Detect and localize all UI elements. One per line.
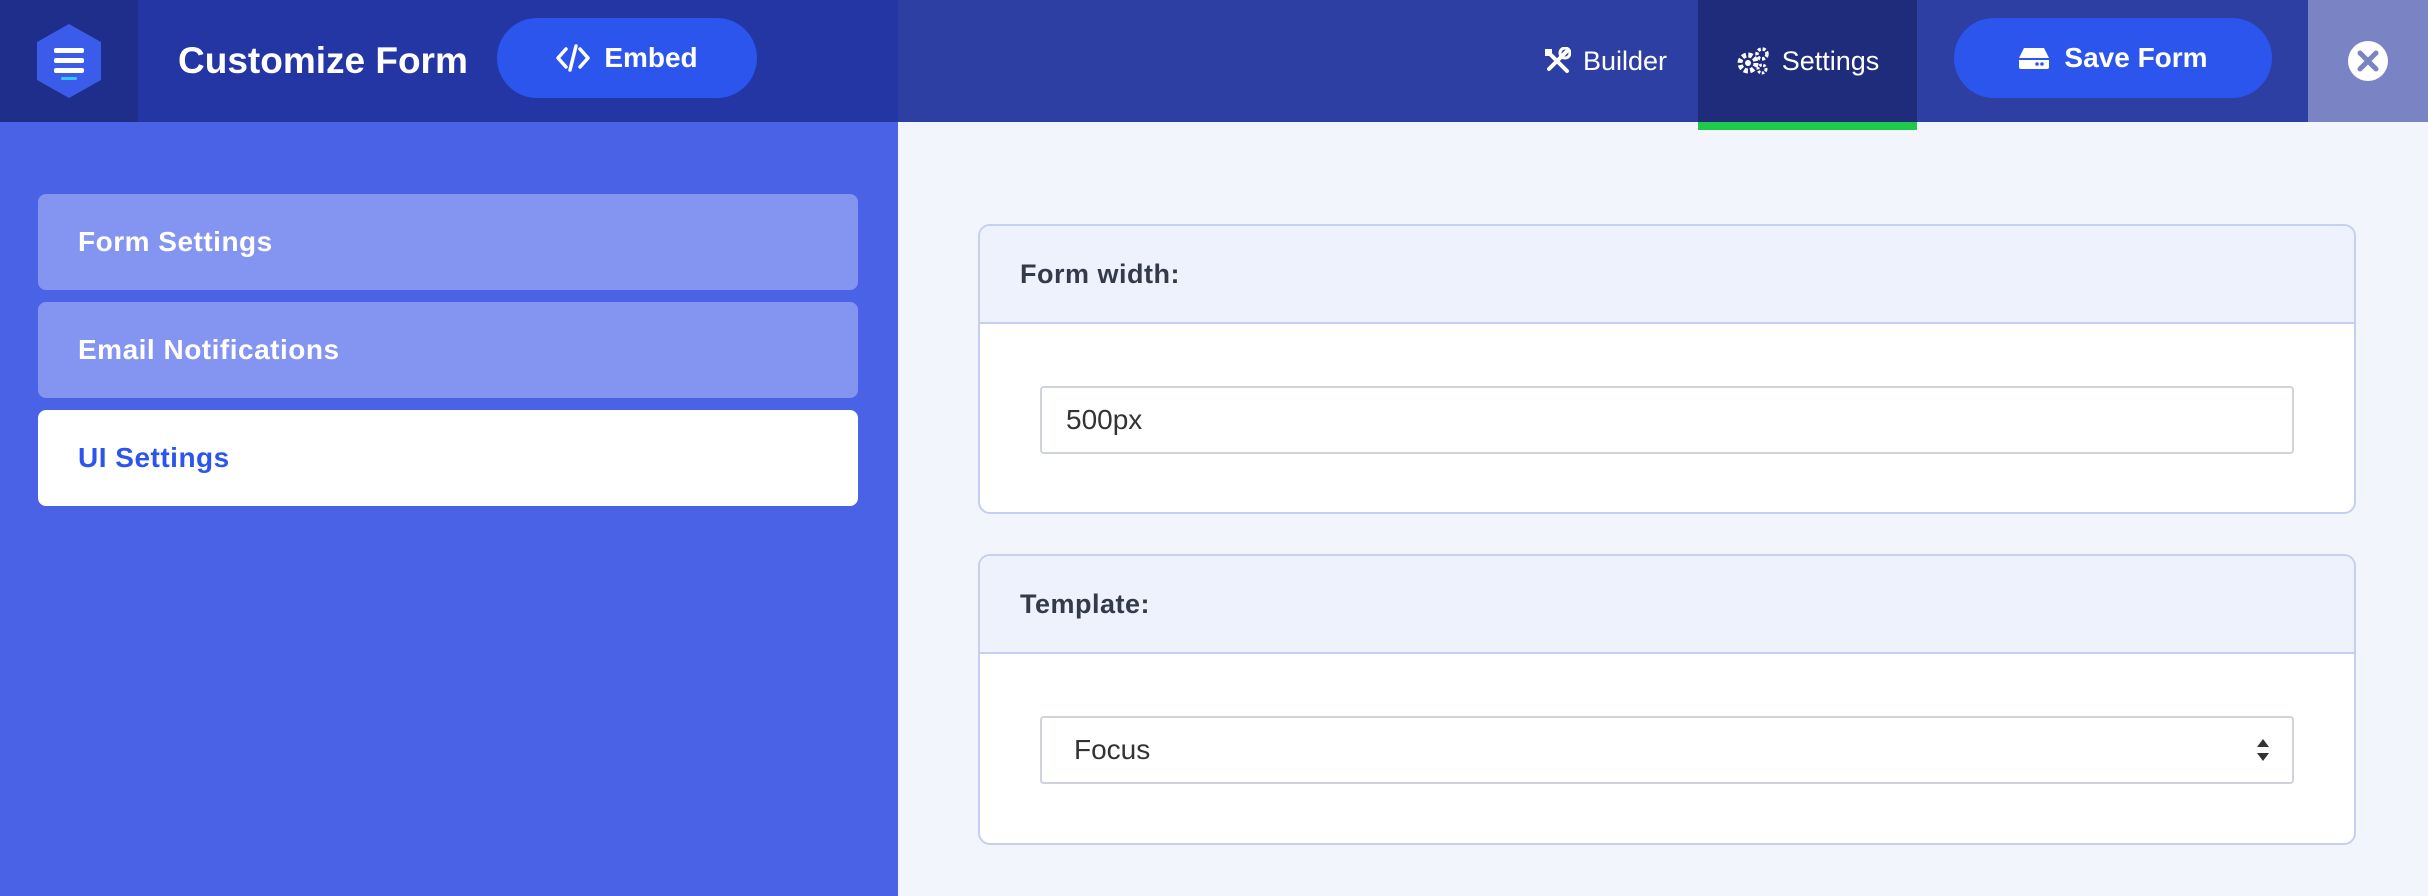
sidebar-item-ui-settings[interactable]: UI Settings — [38, 410, 858, 506]
menu-logo-icon — [37, 24, 101, 98]
sidebar-item-label: Form Settings — [78, 226, 273, 257]
tab-settings-label: Settings — [1781, 45, 1880, 76]
settings-sidebar: Form Settings Email Notifications UI Set… — [0, 122, 898, 896]
form-width-input[interactable] — [1040, 386, 2294, 454]
top-bar: Customize Form Embed Builder Settings Sa… — [0, 0, 2428, 130]
save-form-button[interactable]: Save Form — [1954, 18, 2272, 98]
tools-icon — [1544, 47, 1571, 73]
hard-drive-icon — [2019, 48, 2050, 69]
embed-button-label: Embed — [604, 42, 698, 73]
sidebar-item-label: Email Notifications — [78, 334, 340, 365]
sidebar-item-email-notifications[interactable]: Email Notifications — [38, 302, 858, 398]
tab-settings[interactable]: Settings — [1698, 0, 1917, 122]
page-title: Customize Form — [178, 40, 468, 81]
template-label: Template: — [980, 556, 2354, 654]
template-select-value: Focus — [1040, 716, 2294, 784]
close-button[interactable] — [2308, 0, 2428, 122]
tab-builder-label: Builder — [1582, 45, 1668, 76]
select-arrows-icon — [2257, 739, 2269, 761]
template-card: Template: Focus — [978, 554, 2356, 845]
embed-button[interactable]: Embed — [497, 18, 757, 98]
save-form-label: Save Form — [2064, 42, 2208, 73]
sidebar-item-label: UI Settings — [78, 442, 230, 473]
form-width-card: Form width: — [978, 224, 2356, 514]
gears-icon — [1737, 47, 1769, 75]
template-select[interactable]: Focus — [1040, 716, 2294, 784]
sidebar-item-form-settings[interactable]: Form Settings — [38, 194, 858, 290]
tab-builder[interactable]: Builder — [1520, 0, 1690, 122]
close-icon — [2348, 41, 2388, 81]
code-icon — [556, 44, 591, 72]
active-tab-indicator — [1698, 122, 1917, 130]
app-logo[interactable] — [0, 0, 138, 122]
form-width-label: Form width: — [980, 226, 2354, 324]
